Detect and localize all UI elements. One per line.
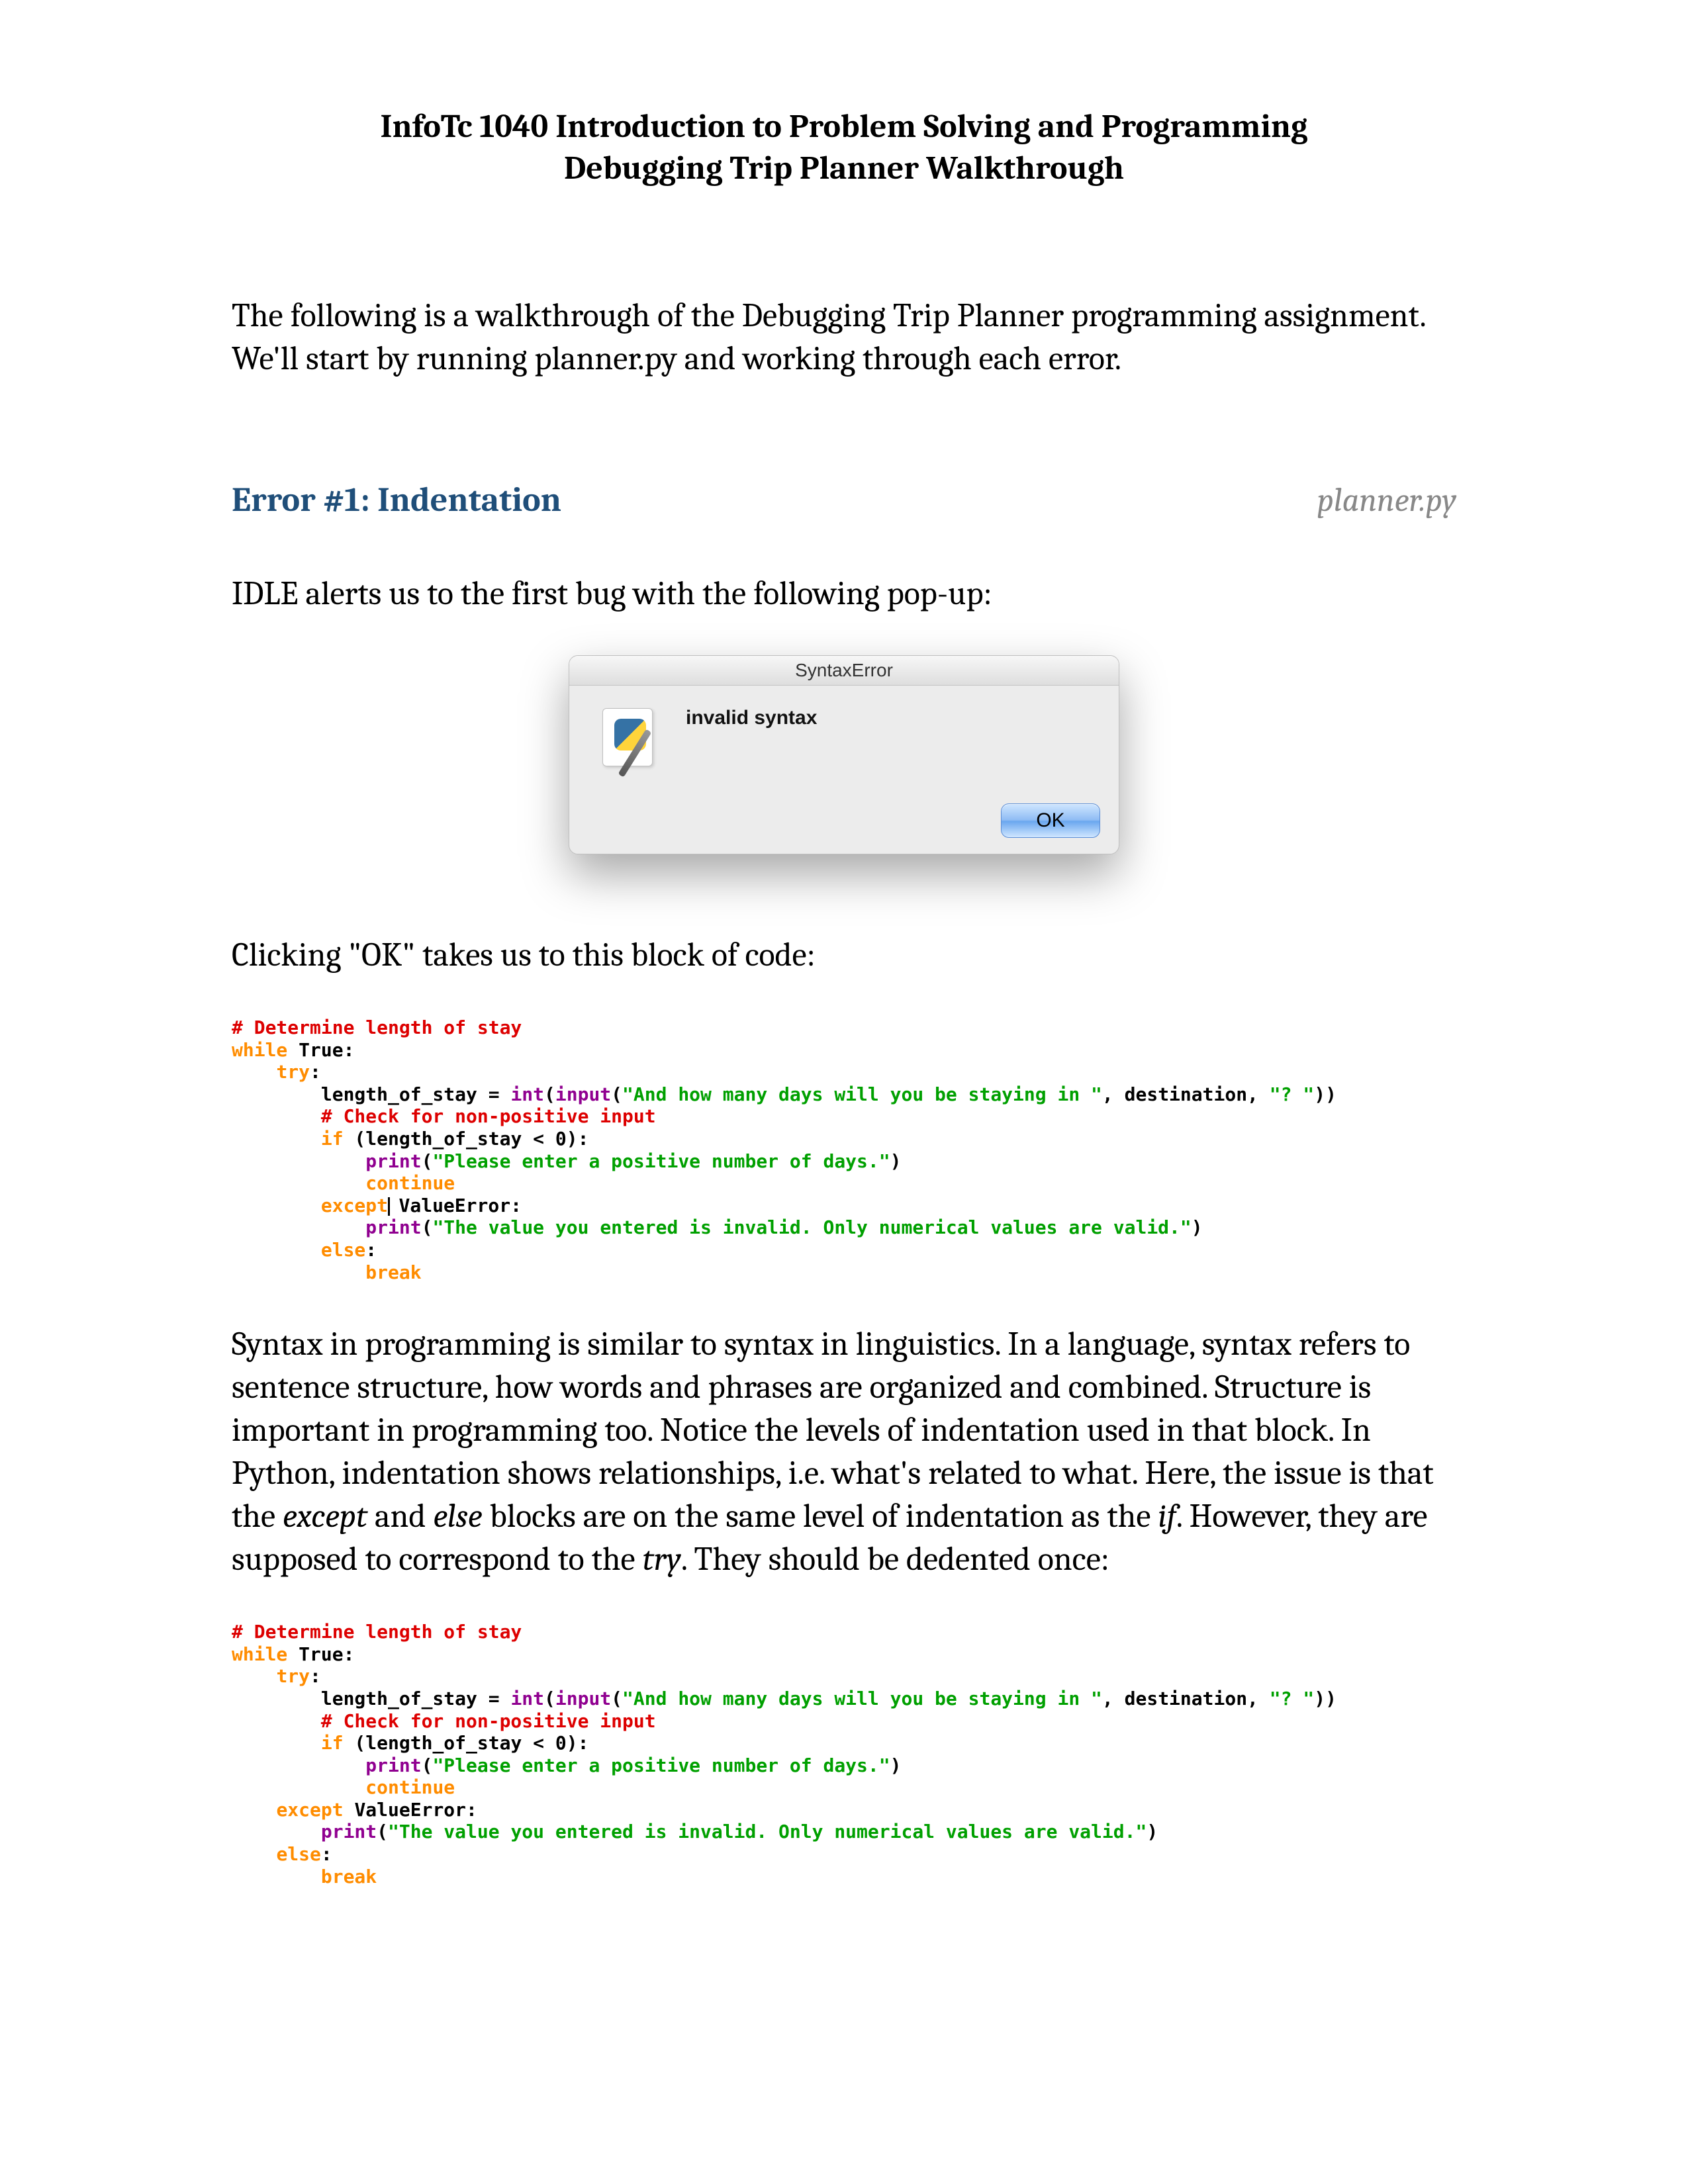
code-text: :	[310, 1665, 321, 1687]
explanation-em: else	[433, 1497, 482, 1535]
code-string: "? "	[1270, 1083, 1314, 1105]
code-keyword: if	[321, 1732, 344, 1754]
header-line-2: Debugging Trip Planner Walkthrough	[232, 148, 1456, 189]
code-string: "Please enter a positive number of days.…	[432, 1150, 890, 1172]
code-string: "And how many days will you be staying i…	[622, 1688, 1102, 1709]
dialog-title: SyntaxError	[569, 656, 1119, 686]
code-keyword: break	[321, 1866, 377, 1888]
code-text: :	[365, 1239, 377, 1261]
code-builtin: print	[365, 1754, 421, 1776]
after-dialog-text: Clicking "OK" takes us to this block of …	[232, 934, 1456, 977]
code-comment: # Determine length of stay	[232, 1621, 522, 1643]
explanation-text: and	[367, 1497, 433, 1535]
explanation-text: . They should be dedented once:	[681, 1540, 1109, 1578]
ok-button[interactable]: OK	[1001, 803, 1100, 838]
code-text: )	[1147, 1821, 1158, 1843]
code-comment: # Check for non-positive input	[321, 1105, 656, 1127]
error-filename: planner.py	[1317, 481, 1456, 520]
code-string: "Please enter a positive number of days.…	[432, 1754, 890, 1776]
code-text: ))	[1314, 1083, 1336, 1105]
code-text: (	[544, 1083, 555, 1105]
intro-paragraph: The following is a walkthrough of the De…	[232, 295, 1456, 381]
code-keyword: except	[321, 1195, 388, 1216]
explanation-em: try	[643, 1540, 681, 1578]
explanation-paragraph: Syntax in programming is similar to synt…	[232, 1323, 1456, 1581]
code-text: (	[544, 1688, 555, 1709]
code-text: (	[422, 1216, 433, 1238]
dialog-message: invalid syntax	[686, 704, 817, 729]
code-text: )	[1192, 1216, 1203, 1238]
code-keyword: while	[232, 1643, 287, 1665]
dialog-body: invalid syntax	[569, 686, 1119, 803]
code-keyword: try	[276, 1061, 310, 1083]
code-builtin: int	[510, 1688, 544, 1709]
code-text: (	[611, 1083, 622, 1105]
header-line-1: InfoTc 1040 Introduction to Problem Solv…	[232, 106, 1456, 148]
explanation-text: blocks are on the same level of indentat…	[483, 1497, 1158, 1535]
code-text: ValueError:	[344, 1799, 477, 1821]
code-text: (length_of_stay < 0):	[344, 1128, 589, 1150]
code-comment: # Check for non-positive input	[321, 1710, 656, 1732]
code-builtin: print	[365, 1150, 421, 1172]
code-text: )	[890, 1150, 902, 1172]
code-text: ValueError:	[399, 1195, 522, 1216]
code-comment: # Determine length of stay	[232, 1017, 522, 1038]
code-block-after: # Determine length of stay while True: t…	[232, 1621, 1456, 1888]
code-keyword: while	[232, 1039, 287, 1061]
code-text: (	[611, 1688, 622, 1709]
code-keyword: break	[365, 1261, 421, 1283]
code-text: )	[890, 1754, 902, 1776]
code-keyword: if	[321, 1128, 344, 1150]
code-keyword: else	[321, 1239, 365, 1261]
code-text: True:	[287, 1643, 354, 1665]
code-text: (	[377, 1821, 388, 1843]
code-keyword: try	[276, 1665, 310, 1687]
code-keyword: except	[276, 1799, 343, 1821]
code-text: length_of_stay =	[321, 1083, 511, 1105]
explanation-em: if	[1158, 1497, 1176, 1535]
code-builtin: print	[321, 1821, 377, 1843]
page: InfoTc 1040 Introduction to Problem Solv…	[0, 0, 1688, 2184]
code-block-before: # Determine length of stay while True: t…	[232, 1017, 1456, 1283]
code-text: (length_of_stay < 0):	[344, 1732, 589, 1754]
code-text: :	[321, 1843, 332, 1865]
code-string: "The value you entered is invalid. Only …	[432, 1216, 1191, 1238]
syntax-error-dialog: SyntaxError invalid syntax OK	[569, 655, 1119, 854]
code-keyword: continue	[365, 1172, 455, 1194]
dialog-container: SyntaxError invalid syntax OK	[232, 655, 1456, 854]
code-keyword: continue	[365, 1776, 455, 1798]
code-text: True:	[287, 1039, 354, 1061]
code-keyword: else	[276, 1843, 320, 1865]
code-builtin: input	[555, 1083, 611, 1105]
code-builtin: print	[365, 1216, 421, 1238]
error-heading-row: Error #1: Indentation planner.py	[232, 480, 1456, 520]
code-builtin: int	[510, 1083, 544, 1105]
code-builtin: input	[555, 1688, 611, 1709]
code-string: "The value you entered is invalid. Only …	[388, 1821, 1147, 1843]
code-text: , destination,	[1102, 1083, 1270, 1105]
text-cursor	[388, 1197, 390, 1216]
explanation-em: except	[283, 1497, 367, 1535]
code-text: (	[422, 1150, 433, 1172]
code-text: (	[422, 1754, 433, 1776]
code-text: :	[310, 1061, 321, 1083]
code-text: , destination,	[1102, 1688, 1270, 1709]
code-text: length_of_stay =	[321, 1688, 511, 1709]
error-lead-in: IDLE alerts us to the first bug with the…	[232, 572, 1456, 615]
error-title: Error #1: Indentation	[232, 480, 561, 520]
code-string: "And how many days will you be staying i…	[622, 1083, 1102, 1105]
python-document-icon	[596, 704, 662, 770]
code-text: ))	[1314, 1688, 1336, 1709]
code-string: "? "	[1270, 1688, 1314, 1709]
document-header: InfoTc 1040 Introduction to Problem Solv…	[232, 106, 1456, 189]
dialog-button-row: OK	[569, 803, 1119, 854]
